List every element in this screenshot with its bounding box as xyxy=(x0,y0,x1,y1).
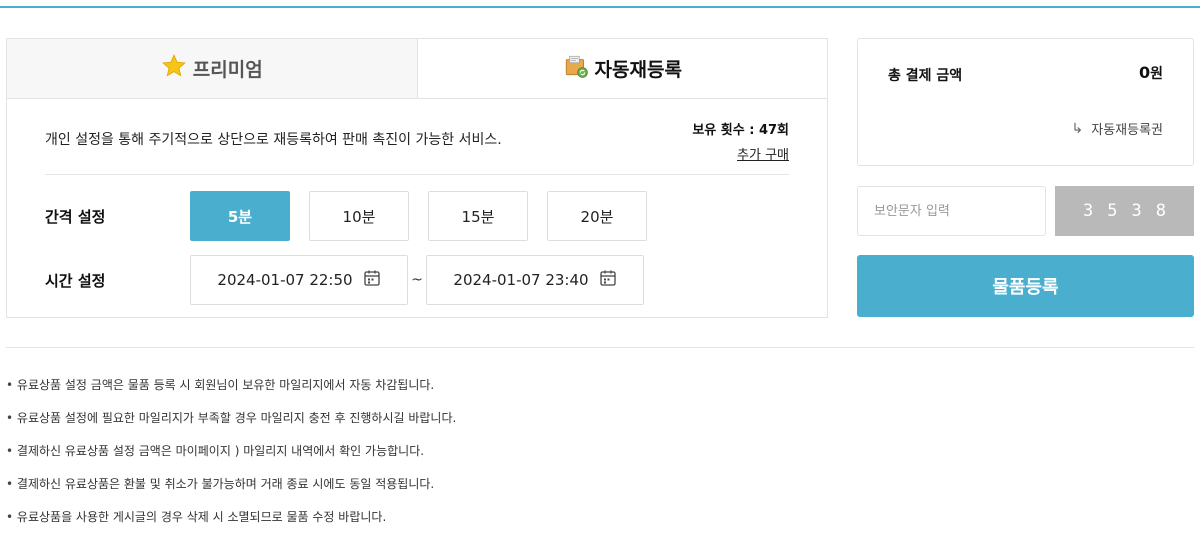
notice-item: 결제하신 유료상품 설정 금액은 마이페이지 ) 마일리지 내역에서 확인 가능… xyxy=(6,441,456,474)
sub-item-arrow-icon: ↳ xyxy=(1071,120,1084,137)
start-datetime-picker[interactable]: 2024-01-07 22:50 xyxy=(190,255,408,305)
total-amount-value: 0 xyxy=(1138,63,1151,82)
total-payment-label: 총 결제 금액 xyxy=(888,68,963,84)
notice-item: 유료상품을 사용한 게시글의 경우 삭제 시 소멸되므로 물품 수정 바랍니다. xyxy=(6,507,456,534)
interval-setting-row: 간격 설정 5분 10분 15분 20분 xyxy=(45,191,666,241)
interval-option-15min[interactable]: 15분 xyxy=(428,191,528,241)
captcha-input[interactable] xyxy=(857,186,1046,236)
holdings-box: 보유 횟수 : 47회 추가 구매 xyxy=(692,119,789,163)
interval-option-20min[interactable]: 20분 xyxy=(547,191,647,241)
notice-item: 유료상품 설정 금액은 물품 등록 시 회원님이 보유한 마일리지에서 자동 차… xyxy=(6,375,456,408)
time-setting-row: 시간 설정 2024-01-07 22:50 ~ 2024-01-07 23:4… xyxy=(45,255,644,305)
service-tabs: 프리미엄 자동재등록 xyxy=(7,39,827,99)
sub-item-label: 자동재등록권 xyxy=(1091,123,1163,138)
notice-item: 결제하신 유료상품은 환불 및 취소가 불가능하며 거래 종료 시에도 동일 적… xyxy=(6,474,456,507)
captcha-code-image: 3538 xyxy=(1055,186,1194,236)
calendar-icon xyxy=(599,269,617,291)
tab-auto-reregister[interactable]: 자동재등록 xyxy=(417,39,827,98)
interval-option-10min[interactable]: 10분 xyxy=(309,191,409,241)
total-payment-amount: 0원 xyxy=(1139,63,1163,83)
top-accent-rule xyxy=(0,6,1200,8)
tab-auto-reregister-label: 자동재등록 xyxy=(594,59,682,81)
interval-label: 간격 설정 xyxy=(45,207,106,226)
end-datetime-picker[interactable]: 2024-01-07 23:40 xyxy=(426,255,644,305)
register-item-button[interactable]: 물품등록 xyxy=(857,255,1194,317)
star-icon xyxy=(161,53,187,84)
notice-item: 유료상품 설정에 필요한 마일리지가 부족할 경우 마일리지 충전 후 진행하시… xyxy=(6,408,456,441)
end-datetime-value: 2024-01-07 23:40 xyxy=(453,271,589,289)
range-separator: ~ xyxy=(411,272,423,288)
time-label: 시간 설정 xyxy=(45,271,106,290)
tab-premium-label: 프리미엄 xyxy=(192,59,263,81)
calendar-icon xyxy=(363,269,381,291)
service-description-row: 개인 설정을 통해 주기적으로 상단으로 재등록하여 판매 촉진이 가능한 서비… xyxy=(45,99,789,175)
currency-unit: 원 xyxy=(1150,66,1163,82)
buy-more-link[interactable]: 추가 구매 xyxy=(737,144,789,163)
package-refresh-icon xyxy=(563,53,589,84)
section-divider xyxy=(6,347,1194,348)
interval-option-5min[interactable]: 5분 xyxy=(190,191,290,241)
payment-summary: 총 결제 금액 0원 ↳ 자동재등록권 xyxy=(857,38,1194,166)
start-datetime-value: 2024-01-07 22:50 xyxy=(217,271,353,289)
notice-list: 유료상품 설정 금액은 물품 등록 시 회원님이 보유한 마일리지에서 자동 차… xyxy=(6,375,456,534)
summary-sub-item: ↳ 자동재등록권 xyxy=(1071,119,1164,139)
auto-reregister-panel: 프리미엄 자동재등록 개인 설정을 통해 주기적으로 상단으로 재등록하여 판매… xyxy=(6,38,828,318)
holdings-count: 보유 횟수 : 47회 xyxy=(692,123,789,138)
service-description: 개인 설정을 통해 주기적으로 상단으로 재등록하여 판매 촉진이 가능한 서비… xyxy=(45,132,502,148)
tab-premium[interactable]: 프리미엄 xyxy=(7,39,418,98)
